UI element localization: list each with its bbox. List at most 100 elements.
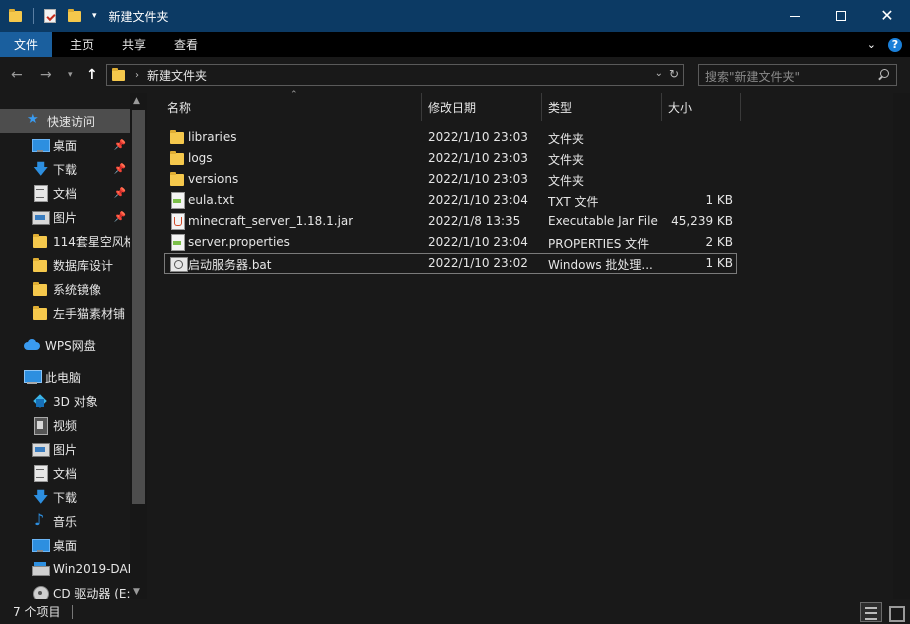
- nav-item-folder[interactable]: 114套星空风格: [0, 229, 130, 253]
- nav-item-pictures[interactable]: 图片: [0, 437, 130, 461]
- back-arrow-icon[interactable]: ←: [11, 67, 23, 83]
- column-header-modified[interactable]: 修改日期: [422, 93, 542, 121]
- nav-item-downloads[interactable]: 下载 📌: [0, 157, 130, 181]
- file-type: Windows 批处理...: [548, 258, 653, 272]
- scrollbar-thumb[interactable]: [132, 110, 145, 504]
- nav-pane-scrollbar[interactable]: ▲ ▼: [130, 93, 147, 599]
- nav-item-label: 下载: [53, 162, 78, 177]
- 3d-objects-icon: [32, 393, 48, 409]
- file-size: 45,239 KB: [671, 214, 733, 228]
- minimize-icon: [790, 15, 800, 17]
- nav-item-this-pc[interactable]: 此电脑: [0, 365, 130, 389]
- title-bar: ▾ 新建文件夹 ✕: [0, 0, 910, 32]
- nav-item-folder[interactable]: 左手猫素材铺: [0, 301, 130, 325]
- navigation-pane: 快速访问 桌面 📌 下载 📌 文档 📌 图片 📌 114套星空风格 数据库设计 …: [0, 93, 148, 599]
- close-button[interactable]: ✕: [864, 0, 910, 32]
- nav-item-documents[interactable]: 文档 📌: [0, 181, 130, 205]
- nav-item-label: CD 驱动器 (E:: [53, 586, 130, 600]
- nav-item-label: 3D 对象: [53, 394, 98, 409]
- expand-ribbon-icon[interactable]: ⌄: [867, 38, 876, 51]
- pin-icon: 📌: [113, 211, 126, 223]
- file-row[interactable]: server.properties 2022/1/10 23:04 PROPER…: [164, 232, 737, 253]
- download-icon: [32, 159, 48, 181]
- nav-item-3d-objects[interactable]: 3D 对象: [0, 389, 130, 413]
- tab-share[interactable]: 共享: [108, 32, 160, 57]
- nav-item-drive[interactable]: Win2019-DAB: [0, 557, 130, 581]
- minimize-button[interactable]: [772, 0, 818, 32]
- nav-item-label: 数据库设计: [53, 258, 114, 273]
- nav-item-folder[interactable]: 系统镜像: [0, 277, 130, 301]
- help-icon[interactable]: ?: [888, 37, 902, 52]
- nav-quick-access[interactable]: 快速访问: [0, 109, 130, 133]
- file-type: 文件夹: [548, 132, 585, 146]
- pictures-icon: [32, 441, 50, 457]
- tab-view[interactable]: 查看: [160, 32, 212, 57]
- file-row[interactable]: versions 2022/1/10 23:03 文件夹: [164, 169, 737, 190]
- file-row[interactable]: eula.txt 2022/1/10 23:04 TXT 文件 1 KB: [164, 190, 737, 211]
- large-icons-view-icon[interactable]: [886, 603, 905, 622]
- file-modified: 2022/1/10 23:03: [428, 130, 528, 144]
- search-placeholder[interactable]: 搜索"新建文件夹": [705, 68, 800, 85]
- new-folder-icon[interactable]: [67, 8, 83, 24]
- customize-toolbar-dropdown-icon[interactable]: ▾: [92, 11, 97, 21]
- nav-item-label: 快速访问: [47, 114, 96, 129]
- breadcrumb-chevron-icon[interactable]: ›: [135, 70, 139, 81]
- cd-drive-icon: [32, 585, 49, 599]
- nav-item-wps-drive[interactable]: WPS网盘: [0, 333, 130, 357]
- nav-item-cd-drive[interactable]: CD 驱动器 (E:: [0, 581, 130, 599]
- pin-icon: 📌: [113, 187, 126, 199]
- nav-item-label: 桌面: [53, 538, 78, 553]
- file-list-scrollbar[interactable]: [893, 93, 910, 599]
- file-size: 1 KB: [705, 256, 733, 270]
- column-header-size[interactable]: 大小: [662, 93, 741, 121]
- scroll-down-arrow-icon[interactable]: ▼: [133, 587, 140, 597]
- maximize-button[interactable]: [818, 0, 864, 32]
- folder-icon: [169, 129, 185, 145]
- nav-item-label: 图片: [53, 442, 78, 457]
- pin-icon: 📌: [113, 139, 126, 151]
- file-row[interactable]: minecraft_server_1.18.1.jar 2022/1/8 13:…: [164, 211, 737, 232]
- folder-icon: [169, 171, 185, 187]
- nav-item-documents[interactable]: 文档: [0, 461, 130, 485]
- pin-icon: 📌: [113, 163, 126, 175]
- nav-item-label: Win2019-DAB: [53, 562, 130, 576]
- tab-home[interactable]: 主页: [56, 32, 108, 57]
- file-row[interactable]: libraries 2022/1/10 23:03 文件夹: [164, 127, 737, 148]
- recent-locations-chevron-icon[interactable]: ▾: [68, 70, 73, 80]
- nav-item-label: 114套星空风格: [53, 234, 130, 249]
- status-divider: [72, 605, 73, 619]
- text-file-icon: [169, 192, 185, 209]
- file-row[interactable]: 启动服务器.bat 2022/1/10 23:02 Windows 批处理...…: [164, 253, 737, 274]
- breadcrumb-current[interactable]: 新建文件夹: [147, 67, 207, 84]
- address-history-chevron-icon[interactable]: ⌄: [655, 68, 663, 79]
- nav-item-label: 系统镜像: [53, 282, 102, 297]
- file-modified: 2022/1/10 23:03: [428, 151, 528, 165]
- folder-icon: [32, 257, 48, 273]
- scroll-up-arrow-icon[interactable]: ▲: [133, 96, 140, 106]
- desktop-icon: [32, 537, 50, 553]
- details-view-icon[interactable]: [860, 602, 882, 622]
- nav-item-folder[interactable]: 数据库设计: [0, 253, 130, 277]
- refresh-icon[interactable]: ↻: [669, 67, 679, 81]
- nav-item-music[interactable]: 音乐: [0, 509, 130, 533]
- nav-item-label: WPS网盘: [45, 338, 96, 353]
- tab-file[interactable]: 文件: [0, 32, 53, 57]
- nav-item-desktop[interactable]: 桌面 📌: [0, 133, 130, 157]
- properties-icon[interactable]: [42, 8, 58, 24]
- nav-item-pictures[interactable]: 图片 📌: [0, 205, 130, 229]
- file-row[interactable]: logs 2022/1/10 23:03 文件夹: [164, 148, 737, 169]
- address-bar[interactable]: › 新建文件夹 ⌄ ↻: [106, 64, 684, 86]
- column-header-name[interactable]: 名称: [161, 93, 422, 121]
- forward-arrow-icon[interactable]: →: [40, 67, 52, 83]
- search-box[interactable]: 搜索"新建文件夹": [698, 64, 897, 86]
- nav-item-desktop[interactable]: 桌面: [0, 533, 130, 557]
- search-icon[interactable]: [877, 69, 890, 82]
- desktop-icon: [32, 137, 50, 153]
- up-arrow-icon[interactable]: ↑: [86, 67, 98, 83]
- nav-item-videos[interactable]: 视频: [0, 413, 130, 437]
- column-header-type[interactable]: 类型: [542, 93, 662, 121]
- nav-item-label: 音乐: [53, 514, 78, 529]
- folder-icon: [32, 233, 48, 249]
- nav-item-downloads[interactable]: 下载: [0, 485, 130, 509]
- nav-item-label: 文档: [53, 466, 78, 481]
